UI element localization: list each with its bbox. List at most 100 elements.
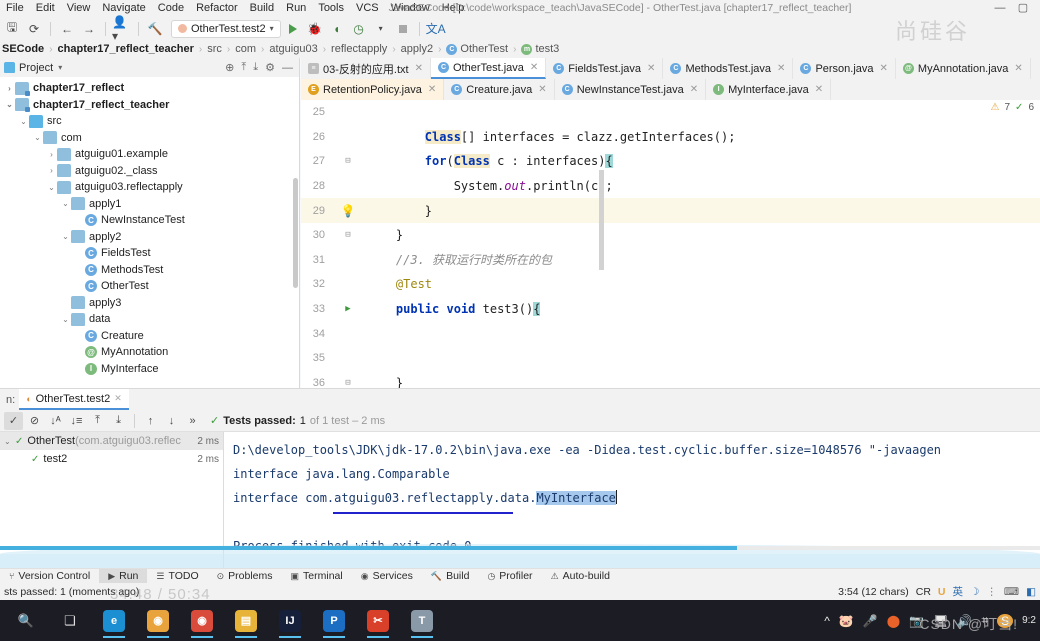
- code-line-35[interactable]: 35: [301, 346, 1040, 371]
- sort-alpha-icon[interactable]: ↓ᴬ: [46, 412, 65, 430]
- menu-item-file[interactable]: File: [0, 0, 30, 17]
- run-tab-othertest-test2[interactable]: ◐ OtherTest.test2 ✕: [19, 389, 129, 410]
- tree-node-apply2[interactable]: ⌄ apply2: [0, 229, 299, 246]
- project-scrollbar[interactable]: [293, 178, 298, 288]
- collapse-all-icon[interactable]: ⤓: [253, 61, 258, 74]
- chevron-right-icon[interactable]: ›: [46, 166, 57, 175]
- close-icon[interactable]: ✕: [690, 84, 698, 95]
- next-icon[interactable]: ↓: [162, 412, 181, 430]
- show-hidden-icon[interactable]: ^: [824, 614, 830, 628]
- chevron-down-icon[interactable]: ⌄: [32, 133, 43, 142]
- menu-item-refactor[interactable]: Refactor: [190, 0, 244, 17]
- keyboard-icon[interactable]: ⌨: [1004, 586, 1019, 598]
- extra-icon[interactable]: ◧: [1026, 586, 1036, 598]
- hammer-icon[interactable]: 🔨: [145, 19, 165, 38]
- close-icon[interactable]: ✕: [114, 393, 122, 404]
- tree-node-myinterface[interactable]: I MyInterface: [0, 361, 299, 378]
- tree-node-newinstancetest[interactable]: C NewInstanceTest: [0, 212, 299, 229]
- tool-window-terminal[interactable]: ▣ Terminal: [282, 569, 352, 584]
- code-editor[interactable]: ⚠ 7 ✓ 6 25 26 Class[] interfaces = clazz.…: [301, 100, 1040, 388]
- code-line-26[interactable]: 26 Class[] interfaces = clazz.getInterfa…: [301, 125, 1040, 150]
- close-icon[interactable]: ✕: [815, 84, 823, 95]
- breadcrumb-item-atguigu03[interactable]: atguigu03: [269, 43, 317, 55]
- tree-node-apply3[interactable]: apply3: [0, 295, 299, 312]
- test-row-test2[interactable]: ✓ test2 2 ms: [0, 450, 223, 468]
- dots-icon[interactable]: ⋮: [986, 586, 997, 598]
- debug-icon[interactable]: 🐞: [305, 19, 325, 38]
- fold-marker-icon[interactable]: ⊟: [345, 156, 350, 166]
- ime-language[interactable]: 英: [953, 584, 964, 599]
- video-progress-bar[interactable]: [0, 546, 1040, 550]
- profiler-dropdown-icon[interactable]: ▾: [371, 19, 391, 38]
- code-line-29[interactable]: 29 💡 }: [301, 198, 1040, 223]
- tool-window-version-control[interactable]: ⑂ Version Control: [0, 569, 99, 584]
- code-line-28[interactable]: 28 System.out.println(c);: [301, 174, 1040, 199]
- close-icon[interactable]: ✕: [530, 62, 538, 73]
- taskbar-chrome-canary-icon[interactable]: ◉: [180, 600, 224, 641]
- chevron-down-icon[interactable]: ⌄: [18, 117, 29, 126]
- refresh-icon[interactable]: ⟳: [24, 19, 44, 38]
- menu-item-build[interactable]: Build: [244, 0, 280, 17]
- taskbar-powerpoint-icon[interactable]: P: [312, 600, 356, 641]
- caret-position[interactable]: 3:54 (12 chars): [838, 586, 909, 598]
- tree-node-atguigu02-class[interactable]: › atguigu02._class: [0, 163, 299, 180]
- editor-tab-myannotation-java[interactable]: @ MyAnnotation.java ✕: [895, 58, 1031, 79]
- close-icon[interactable]: ✕: [777, 63, 785, 74]
- task-view-icon[interactable]: ❏: [48, 600, 92, 641]
- code-line-34[interactable]: 34: [301, 321, 1040, 346]
- fold-marker-icon[interactable]: ⊟: [345, 378, 350, 388]
- show-passed-icon[interactable]: ✓: [4, 411, 23, 430]
- tool-window-auto-build[interactable]: ⚠ Auto-build: [542, 569, 619, 584]
- editor-tab-fieldstest-java[interactable]: C FieldsTest.java ✕: [546, 58, 664, 79]
- editor-tab-myinterface-java[interactable]: I MyInterface.java ✕: [706, 79, 832, 100]
- tree-node-chapter17-reflect[interactable]: › chapter17_reflect: [0, 80, 299, 97]
- close-icon[interactable]: ✕: [428, 84, 436, 95]
- breadcrumb-item-chapter17-reflect-teacher[interactable]: chapter17_reflect_teacher: [58, 43, 194, 55]
- code-line-36[interactable]: 36 ⊟ }: [301, 371, 1040, 388]
- tree-node-atguigu03-reflectapply[interactable]: ⌄ atguigu03.reflectapply: [0, 179, 299, 196]
- editor-tab-creature-java[interactable]: C Creature.java ✕: [444, 79, 555, 100]
- breadcrumb-item-secode[interactable]: SECode: [2, 43, 44, 55]
- sort-duration-icon[interactable]: ↓≡: [67, 412, 86, 430]
- taskbar-typora-icon[interactable]: T: [400, 600, 444, 641]
- fold-marker-icon[interactable]: ⊟: [345, 230, 350, 240]
- coverage-icon[interactable]: ◖: [327, 19, 347, 38]
- code-line-32[interactable]: 32 @Test: [301, 272, 1040, 297]
- menu-item-edit[interactable]: Edit: [30, 0, 61, 17]
- record-dot-icon[interactable]: ⬤: [887, 614, 900, 628]
- expand-icon[interactable]: ⤒: [88, 412, 107, 430]
- close-icon[interactable]: ✕: [415, 63, 423, 74]
- chevron-down-icon[interactable]: ▾: [58, 63, 62, 72]
- taskbar-edge-icon[interactable]: e: [92, 600, 136, 641]
- intention-bulb-icon[interactable]: 💡: [341, 204, 356, 218]
- tree-node-creature[interactable]: C Creature: [0, 328, 299, 345]
- mic-icon[interactable]: 🎤: [863, 614, 878, 628]
- tool-window-run[interactable]: ▶ Run: [99, 568, 148, 584]
- tree-node-fieldstest[interactable]: C FieldsTest: [0, 245, 299, 262]
- translate-icon[interactable]: 文A: [426, 19, 446, 38]
- close-icon[interactable]: ✕: [1014, 63, 1022, 74]
- code-line-25[interactable]: 25: [301, 100, 1040, 125]
- taskbar-intellij-idea-icon[interactable]: IJ: [268, 600, 312, 641]
- code-line-30[interactable]: 30 ⊟ }: [301, 223, 1040, 248]
- project-tree[interactable]: › chapter17_reflect ⌄ chapter17_reflect_tea…: [0, 77, 299, 388]
- tool-window-profiler[interactable]: ◷ Profiler: [478, 569, 541, 584]
- ime-u-icon[interactable]: U: [938, 586, 946, 598]
- video-play-overlay[interactable]: [952, 455, 1040, 530]
- tree-node-data[interactable]: ⌄ data: [0, 311, 299, 328]
- tool-window-problems[interactable]: ⊙ Problems: [208, 569, 282, 584]
- more-icon[interactable]: »: [183, 412, 202, 430]
- tree-node-methodstest[interactable]: C MethodsTest: [0, 262, 299, 279]
- chevron-down-icon[interactable]: ⌄: [46, 183, 57, 192]
- chevron-down-icon[interactable]: ⌄: [4, 437, 15, 446]
- expand-all-icon[interactable]: ⤒: [241, 61, 246, 74]
- console-selected-text[interactable]: MyInterface: [536, 491, 616, 505]
- editor-tab-person-java[interactable]: C Person.java ✕: [793, 58, 896, 79]
- breadcrumb-item-src[interactable]: src: [207, 43, 222, 55]
- tree-node-othertest[interactable]: C OtherTest: [0, 278, 299, 295]
- chevron-down-icon[interactable]: ⌄: [60, 232, 71, 241]
- tree-node-myannotation[interactable]: @ MyAnnotation: [0, 344, 299, 361]
- tool-window-todo[interactable]: ☰ TODO: [147, 569, 207, 584]
- maximize-button[interactable]: ▢: [1008, 0, 1038, 17]
- breadcrumb-item-com[interactable]: com: [235, 43, 256, 55]
